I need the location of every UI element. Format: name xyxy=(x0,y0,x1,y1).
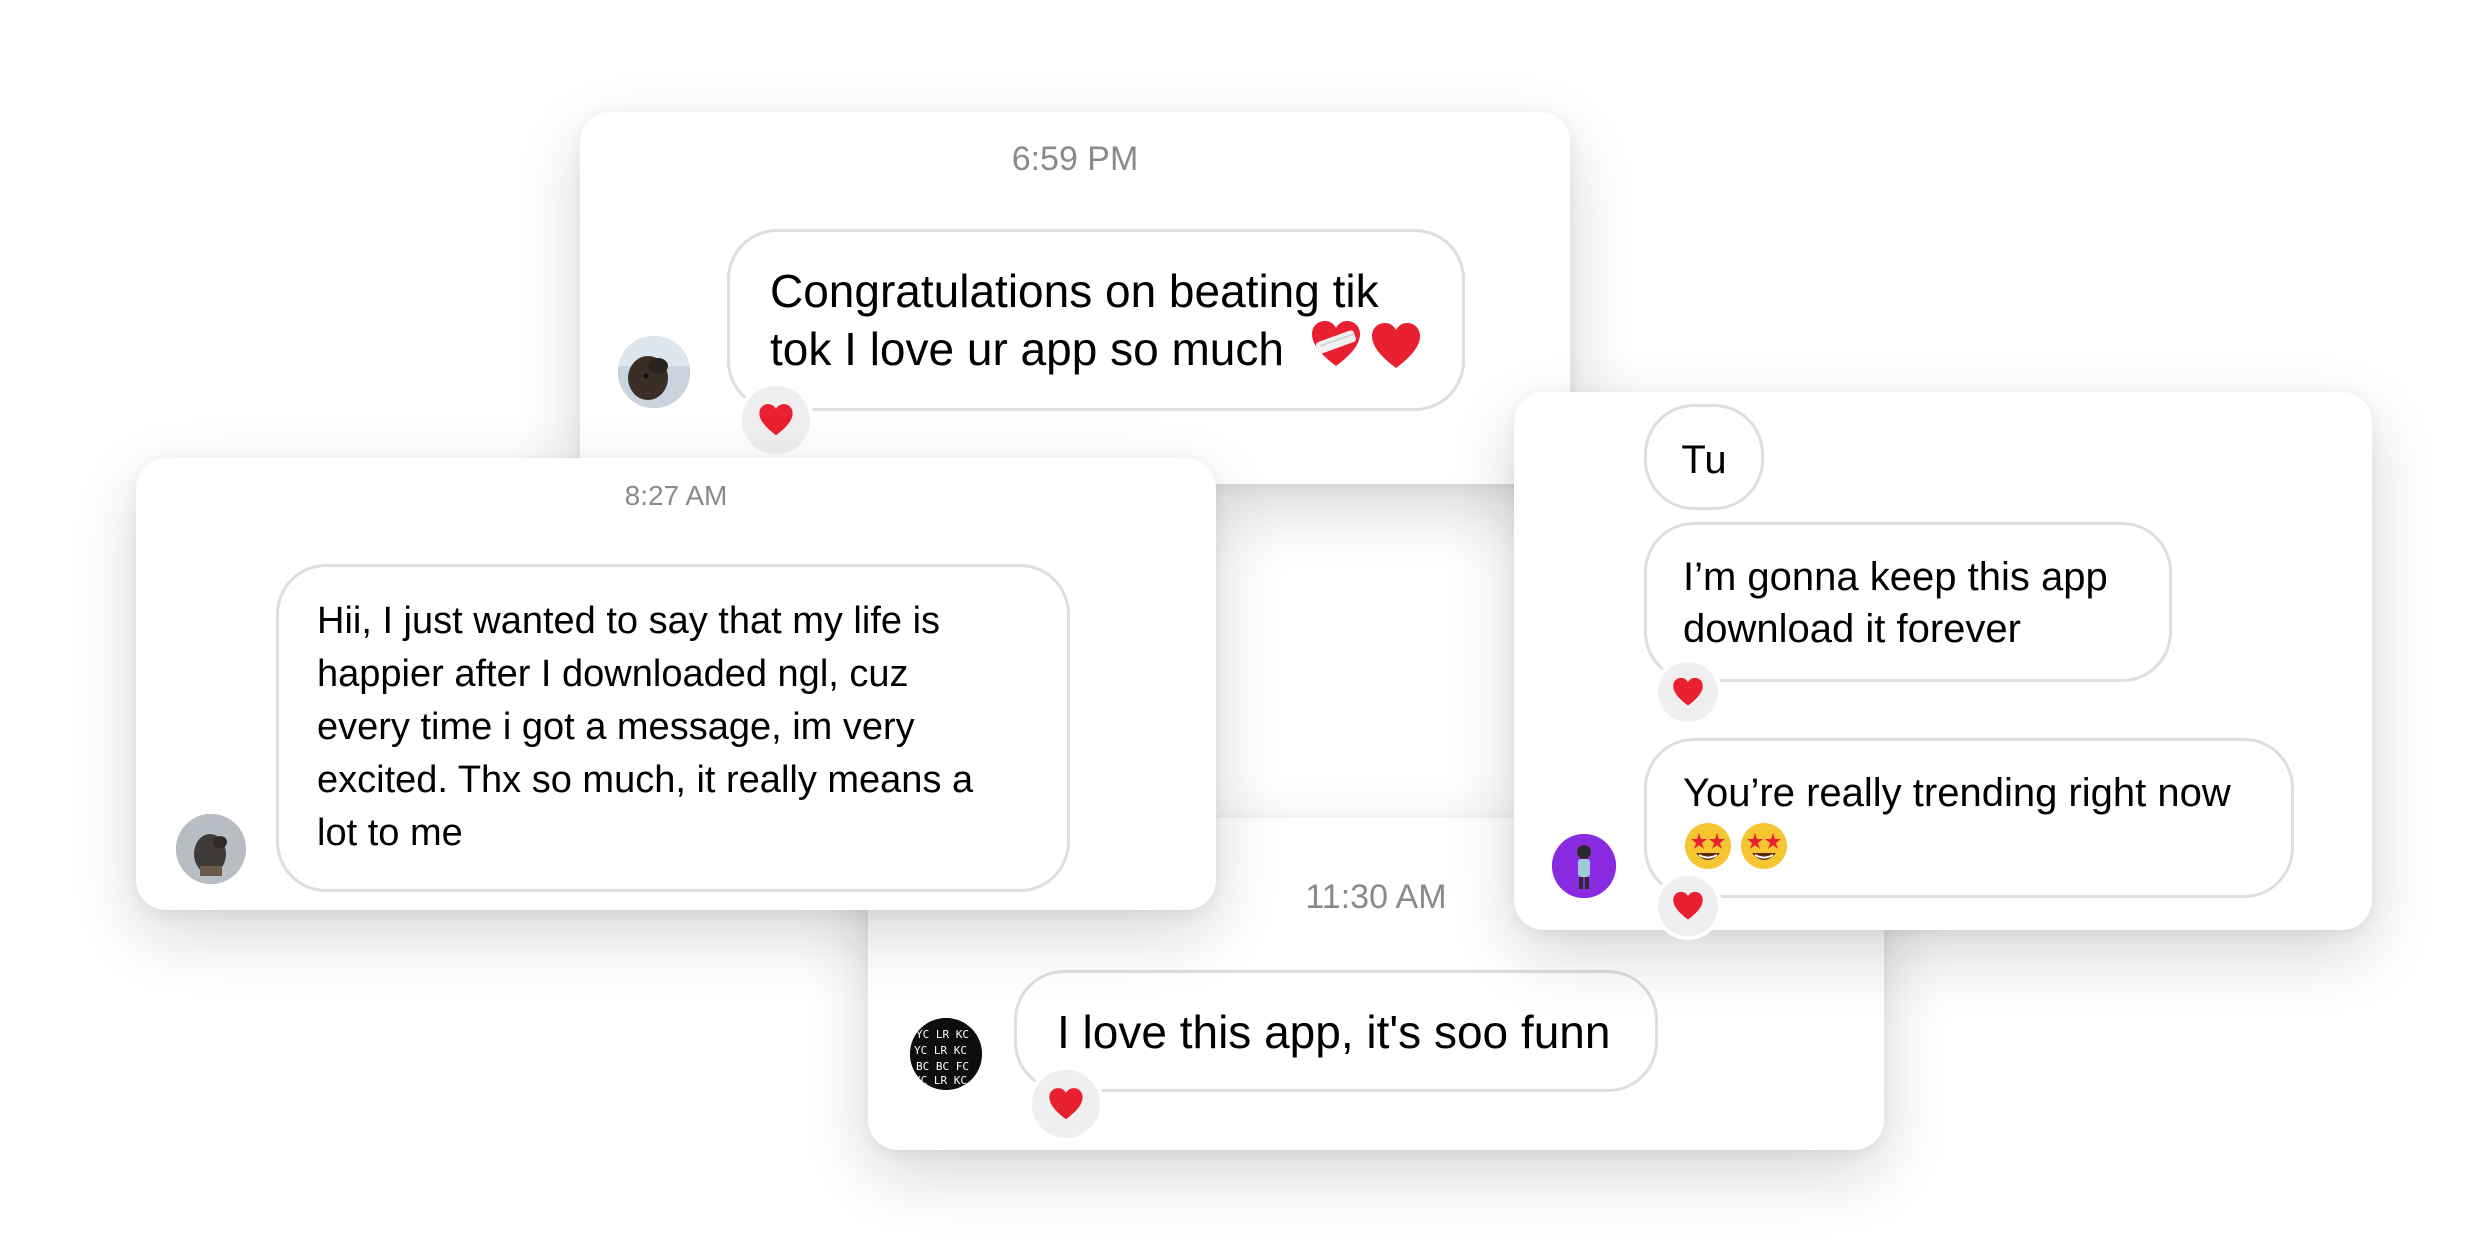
message-card-left: 8:27 AM Hii, I just wanted to say that m… xyxy=(136,458,1216,910)
svg-text:BC BC FC: BC BC FC xyxy=(916,1060,969,1073)
message-bubble-2[interactable]: I’m gonna keep this app download it fore… xyxy=(1644,522,2172,682)
heart-reaction[interactable] xyxy=(738,382,814,458)
heart-icon xyxy=(1049,1088,1083,1120)
pattern-avatar-icon: YC LR KC YC LR KC BC BC FC YC LR KC xyxy=(910,1018,982,1090)
message-text: I love this app, it's soo funn xyxy=(1057,1006,1611,1058)
message-bubble[interactable]: Hii, I just wanted to say that my life i… xyxy=(276,564,1070,892)
mending-heart-icon xyxy=(1310,320,1362,383)
message-text: Tu xyxy=(1681,438,1727,482)
message-bubble-3[interactable]: You’re really trending right now xyxy=(1644,738,2294,898)
svg-text:YC LR KC: YC LR KC xyxy=(914,1074,967,1087)
svg-text:YC LR KC: YC LR KC xyxy=(914,1044,967,1057)
message-card-right: Tu I’m gonna keep this app download it f… xyxy=(1514,392,2372,940)
dog-photo-icon xyxy=(618,336,690,408)
message-bubble[interactable]: I love this app, it's soo funn xyxy=(1014,970,1658,1092)
heart-icon xyxy=(1673,891,1703,920)
sender-avatar[interactable] xyxy=(176,814,246,884)
svg-text:YC LR KC: YC LR KC xyxy=(916,1028,969,1041)
sender-avatar[interactable] xyxy=(618,336,690,408)
heart-reaction[interactable] xyxy=(1654,872,1722,940)
message-text: Hii, I just wanted to say that my life i… xyxy=(317,600,974,854)
heart-reaction[interactable] xyxy=(1028,1066,1104,1142)
star-struck-face-icon xyxy=(1739,821,1789,884)
heart-emoji-icon xyxy=(1370,322,1422,383)
timestamp: 8:27 AM xyxy=(624,480,728,511)
dog-photo-icon xyxy=(176,814,246,884)
sender-avatar[interactable]: YC LR KC YC LR KC BC BC FC YC LR KC xyxy=(910,1018,982,1090)
heart-icon xyxy=(1673,677,1703,706)
message-card-top: 6:59 PM Congratulations on beating tik t… xyxy=(580,112,1570,484)
message-text: You’re really trending right now xyxy=(1683,771,2231,815)
message-text: I’m gonna keep this app download it fore… xyxy=(1683,555,2108,651)
person-avatar-icon xyxy=(1552,834,1616,898)
heart-reaction[interactable] xyxy=(1654,658,1722,726)
heart-icon xyxy=(759,404,793,436)
sender-avatar[interactable] xyxy=(1552,834,1616,898)
message-bubble[interactable]: Congratulations on beating tik tok I lov… xyxy=(727,229,1465,411)
timestamp: 6:59 PM xyxy=(1011,140,1139,178)
message-bubble-1[interactable]: Tu xyxy=(1644,404,1764,510)
